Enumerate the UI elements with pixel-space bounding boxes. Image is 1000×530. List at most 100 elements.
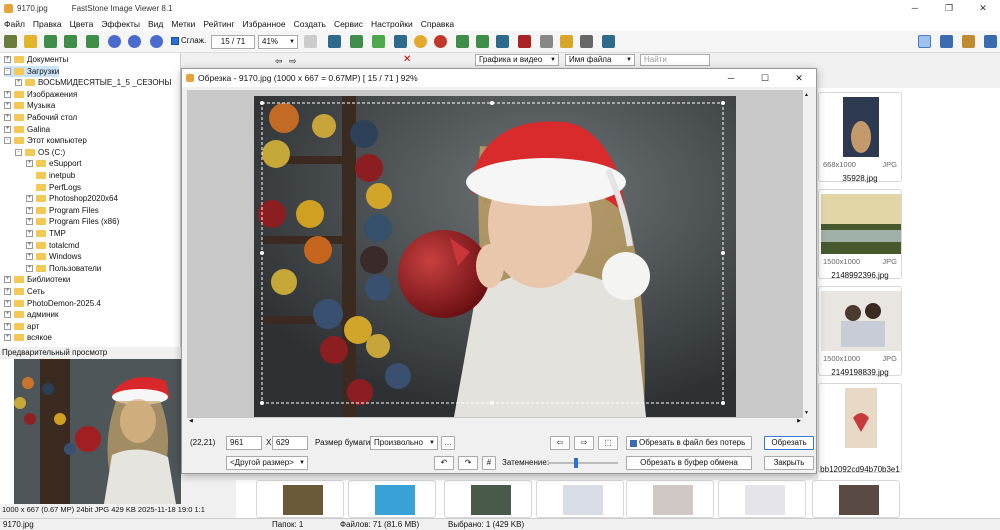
crop-canvas[interactable] <box>187 90 803 418</box>
dim-slider[interactable] <box>548 458 618 468</box>
grid-button[interactable]: # <box>482 456 496 470</box>
menu-item[interactable]: Файл <box>0 19 29 29</box>
crop-height-input[interactable]: 629 <box>272 436 308 450</box>
email-icon[interactable] <box>560 35 573 48</box>
slideshow-icon[interactable] <box>518 35 531 48</box>
move-left-button[interactable]: ⇦ <box>550 436 570 450</box>
tree-item[interactable]: + Windows <box>26 251 81 262</box>
view-mode-1-icon[interactable] <box>918 35 931 48</box>
tree-item[interactable]: + Пользователи <box>26 263 101 274</box>
menu-item[interactable]: Справка <box>417 19 458 29</box>
expand-icon[interactable]: + <box>4 102 11 110</box>
paper-size-select[interactable]: Произвольно ▼ <box>370 436 438 450</box>
expand-icon[interactable]: + <box>26 230 33 237</box>
expand-icon[interactable]: + <box>26 264 33 272</box>
thumbnail-card[interactable] <box>536 480 624 518</box>
horizontal-scrollbar[interactable]: ◀ ▶ <box>187 418 803 427</box>
camera-icon[interactable] <box>4 35 17 48</box>
expand-icon[interactable]: + <box>26 253 33 261</box>
smooth-toggle[interactable]: Сглаж. <box>171 36 206 45</box>
page-counter[interactable]: 15 / 71 <box>211 35 255 49</box>
sort-select[interactable]: Имя файла ▼ <box>565 54 635 66</box>
vertical-scrollbar[interactable]: ▲ ▼ <box>803 90 812 418</box>
thumbnail-card[interactable]: 1500x1000 JPG <box>818 189 902 279</box>
collapse-icon[interactable]: - <box>4 137 11 145</box>
rotate-left-icon[interactable] <box>456 35 469 48</box>
tree-item[interactable]: + Музыка <box>4 100 55 111</box>
tree-item[interactable]: - Этот компьютер <box>4 135 87 146</box>
tree-item[interactable]: + Библиотеки <box>4 274 70 285</box>
crop-clipboard-button[interactable]: Обрезать в буфер обмена <box>626 456 752 470</box>
flip-icon[interactable] <box>496 35 509 48</box>
menu-item[interactable]: Избранное <box>239 19 290 29</box>
view-mode-4-icon[interactable] <box>984 35 997 48</box>
thumbnail-card[interactable]: 1500x1000 JPG <box>818 286 902 376</box>
expand-icon[interactable]: + <box>26 206 33 214</box>
crop-button[interactable]: Обрезать <box>764 436 814 450</box>
expand-icon[interactable]: + <box>4 90 11 98</box>
collapse-icon[interactable]: - <box>15 148 22 156</box>
menu-item[interactable]: Настройки <box>367 19 417 29</box>
crop-icon[interactable] <box>350 35 363 48</box>
expand-icon[interactable]: + <box>26 218 33 226</box>
close-icon[interactable]: ✕ <box>966 0 1000 16</box>
tree-item[interactable]: + всякое <box>4 332 52 343</box>
menu-item[interactable]: Создать <box>290 19 330 29</box>
thumbnail-card[interactable] <box>812 480 900 518</box>
tree-item[interactable]: + Сеть <box>4 286 45 297</box>
thumbnail-card[interactable] <box>256 480 344 518</box>
dialog-minimize-icon[interactable]: ─ <box>714 69 748 87</box>
menu-item[interactable]: Сервис <box>330 19 367 29</box>
expand-icon[interactable]: + <box>15 79 22 87</box>
expand-icon[interactable]: + <box>26 195 33 203</box>
thumbnail-card[interactable] <box>718 480 806 518</box>
menu-item[interactable]: Вид <box>144 19 167 29</box>
tree-item[interactable]: + totalcmd <box>26 240 79 251</box>
dialog-close-icon[interactable]: ✕ <box>782 69 816 87</box>
resize-icon[interactable] <box>328 35 341 48</box>
color-icon[interactable] <box>372 35 385 48</box>
forward-icon[interactable]: ⇨ <box>289 56 297 67</box>
tree-item[interactable]: - Загрузки <box>4 65 60 77</box>
expand-icon[interactable]: + <box>26 160 33 168</box>
expand-icon[interactable]: + <box>4 288 11 295</box>
expand-icon[interactable]: + <box>26 241 33 249</box>
tree-item[interactable]: + Galina <box>4 124 50 135</box>
pause-icon[interactable] <box>150 35 163 48</box>
expand-icon[interactable]: + <box>4 56 11 63</box>
effects-icon[interactable] <box>394 35 407 48</box>
scanner-icon[interactable] <box>602 35 615 48</box>
menu-item[interactable]: Метки <box>167 19 199 29</box>
search-input[interactable]: Найти <box>640 54 710 66</box>
delete-icon[interactable]: ✕ <box>403 54 411 65</box>
save-icon[interactable] <box>64 35 77 48</box>
menu-item[interactable]: Эффекты <box>97 19 144 29</box>
thumbnail-card[interactable] <box>626 480 714 518</box>
expand-icon[interactable]: + <box>4 322 11 330</box>
tree-item[interactable]: + eSupport <box>26 158 81 169</box>
thumbnail-card[interactable] <box>348 480 436 518</box>
other-size-select[interactable]: <Другой размер> ▼ <box>226 456 308 470</box>
tree-item[interactable]: + Photoshop2020x64 <box>26 193 118 204</box>
save-as-icon[interactable] <box>86 35 99 48</box>
tree-item[interactable]: + Документы <box>4 54 68 65</box>
menu-item[interactable]: Рейтинг <box>199 19 238 29</box>
tree-item[interactable]: + Рабочий стол <box>4 112 77 123</box>
print-icon[interactable] <box>580 35 593 48</box>
browse-icon[interactable] <box>44 35 57 48</box>
tree-item[interactable]: + Изображения <box>4 89 77 100</box>
rotate-cw-button[interactable]: ↷ <box>458 456 478 470</box>
expand-icon[interactable]: + <box>4 276 11 284</box>
dialog-maximize-icon[interactable]: ☐ <box>748 69 782 87</box>
hand-icon[interactable] <box>304 35 317 48</box>
expand-icon[interactable]: + <box>4 114 11 121</box>
move-right-button[interactable]: ⇨ <box>574 436 594 450</box>
save-lossless-button[interactable]: Обрезать в файл без потерь <box>626 436 752 450</box>
tree-item[interactable]: + TMP <box>26 228 66 239</box>
expand-icon[interactable]: + <box>4 311 11 319</box>
zoom-out-icon[interactable] <box>128 35 141 48</box>
paper-options-button[interactable]: ... <box>441 436 455 450</box>
zoom-in-icon[interactable] <box>108 35 121 48</box>
smooth-checkbox[interactable] <box>171 36 179 45</box>
back-icon[interactable]: ⇦ <box>275 56 283 67</box>
